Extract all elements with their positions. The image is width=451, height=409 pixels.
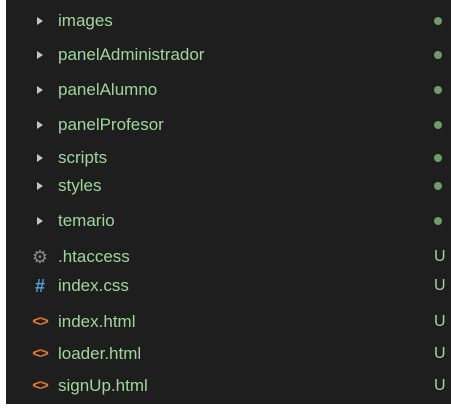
hash-icon: # — [34, 276, 45, 296]
file-label: signUp.html — [58, 376, 148, 395]
file-label: loader.html — [58, 344, 142, 363]
modified-dot-icon — [434, 154, 442, 162]
folder-label: panelProfesor — [58, 115, 164, 134]
folder-label: temario — [58, 211, 115, 230]
folder-styles[interactable]: styles — [6, 169, 451, 203]
folder-label: panelAlumno — [58, 80, 158, 99]
file-index-html[interactable]: <> index.html U — [6, 305, 451, 339]
untracked-status-badge: U — [434, 345, 446, 362]
modified-dot-icon — [434, 121, 442, 129]
chevron-right-icon[interactable] — [37, 121, 43, 129]
untracked-status-badge: U — [434, 313, 446, 330]
modified-dot-icon — [434, 182, 442, 190]
folder-label: styles — [58, 176, 102, 195]
file-index-css[interactable]: # index.css U — [6, 269, 451, 303]
file-explorer: images panelAdministrador panelAlumno pa… — [6, 0, 451, 404]
html-icon: <> — [32, 313, 49, 330]
modified-dot-icon — [434, 86, 442, 94]
modified-dot-icon — [434, 17, 442, 25]
file-loader-html[interactable]: <> loader.html U — [6, 337, 451, 371]
folder-images[interactable]: images — [6, 4, 451, 38]
chevron-right-icon[interactable] — [37, 182, 43, 190]
file-signup-html[interactable]: <> signUp.html U — [6, 369, 451, 403]
modified-dot-icon — [434, 217, 442, 225]
folder-label: panelAdministrador — [58, 45, 205, 64]
folder-temario[interactable]: temario — [6, 204, 451, 238]
file-label: index.html — [58, 312, 136, 331]
chevron-right-icon[interactable] — [37, 17, 43, 25]
file-label: index.css — [58, 276, 129, 295]
untracked-status-badge: U — [434, 377, 446, 394]
folder-panel-administrador[interactable]: panelAdministrador — [6, 38, 451, 72]
chevron-right-icon[interactable] — [37, 154, 43, 162]
chevron-right-icon[interactable] — [37, 51, 43, 59]
folder-label: images — [58, 11, 113, 30]
untracked-status-badge: U — [434, 277, 446, 294]
html-icon: <> — [32, 377, 49, 394]
folder-panel-alumno[interactable]: panelAlumno — [6, 73, 451, 107]
folder-panel-profesor[interactable]: panelProfesor — [6, 108, 451, 142]
modified-dot-icon — [434, 51, 442, 59]
html-icon: <> — [32, 345, 49, 362]
chevron-right-icon[interactable] — [37, 86, 43, 94]
chevron-right-icon[interactable] — [37, 217, 43, 225]
